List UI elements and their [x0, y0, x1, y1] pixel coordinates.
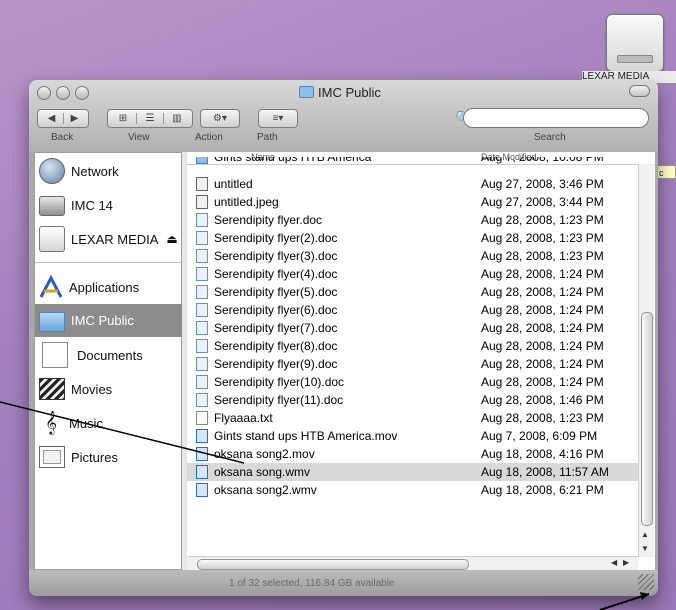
annotation-arrowhead: [640, 592, 649, 600]
annotation-arrow: [0, 401, 245, 464]
desktop: LEXAR MEDIA c IMC Public ◀ ▶ ⊞ ☰ ▥ ⚙▾ ≡▾…: [0, 0, 676, 610]
annotation-arrows: [0, 401, 650, 610]
